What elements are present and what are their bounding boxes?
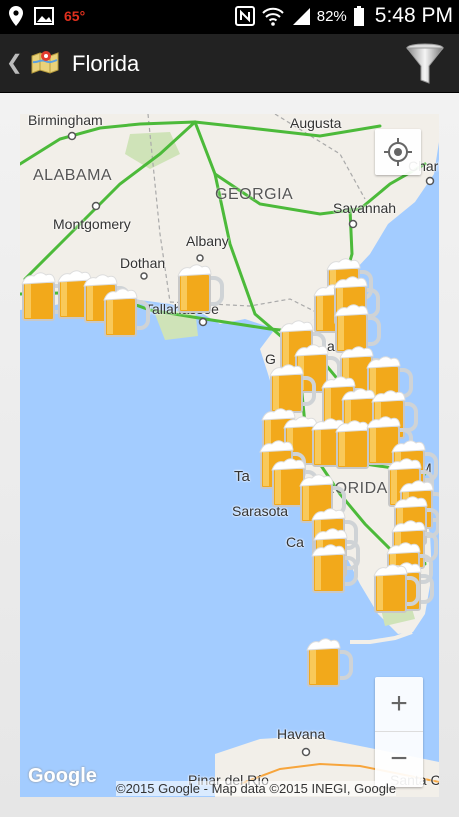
signal-icon [292,8,310,25]
beer-mug-icon[interactable] [102,284,150,340]
beer-mug-icon[interactable] [310,540,358,596]
beer-mug-icon[interactable] [176,260,224,316]
status-bar: 65° 82% 5:48 PM [0,0,459,34]
image-icon [34,7,54,25]
map-label-dothan: Dothan [120,255,166,271]
map-label-cape-coral: Ca [286,534,304,550]
map-label-savannah: Savannah [333,200,397,216]
location-icon [9,6,23,26]
app-bar: ❮ Florida [0,34,459,93]
filter-funnel-icon[interactable] [405,42,445,84]
google-logo: Google [28,765,97,787]
battery-icon [353,6,364,26]
map-label-tampa: Ta [234,468,250,485]
page-title: Florida [72,51,140,76]
beer-mug-icon[interactable] [305,634,353,690]
map-label-alabama: ALABAMA [33,167,113,184]
map-label-georgia: GEORGIA [215,186,294,203]
beer-mug-icon[interactable] [372,560,420,616]
map-label-albany: Albany [186,233,229,249]
back-chevron-icon[interactable]: ❮ [6,50,23,75]
map-label-augusta: Augusta [290,115,342,131]
map-view[interactable]: ALABAMA GEORGIA FLORIDA Birmingham Augus… [20,114,439,797]
content-area: ALABAMA GEORGIA FLORIDA Birmingham Augus… [0,93,459,817]
map-attribution: ©2015 Google - Map data ©2015 INEGI, Goo… [116,781,397,796]
zoom-in-button[interactable]: + [375,677,423,732]
map-label-havana: Havana [277,726,326,742]
battery-text: 82% [316,7,347,25]
temperature-text: 65° [64,8,86,24]
crosshair-icon [384,138,412,166]
map-label-montgomery: Montgomery [53,216,131,232]
map-label-birmingham: Birmingham [28,114,103,128]
nfc-icon [234,6,255,26]
wifi-icon [262,7,284,26]
map-app-icon[interactable] [30,48,60,78]
my-location-button[interactable] [375,129,421,175]
zoom-out-button[interactable]: − [375,732,423,786]
zoom-controls: + − [375,677,423,787]
clock-text: 5:48 PM [374,4,453,27]
